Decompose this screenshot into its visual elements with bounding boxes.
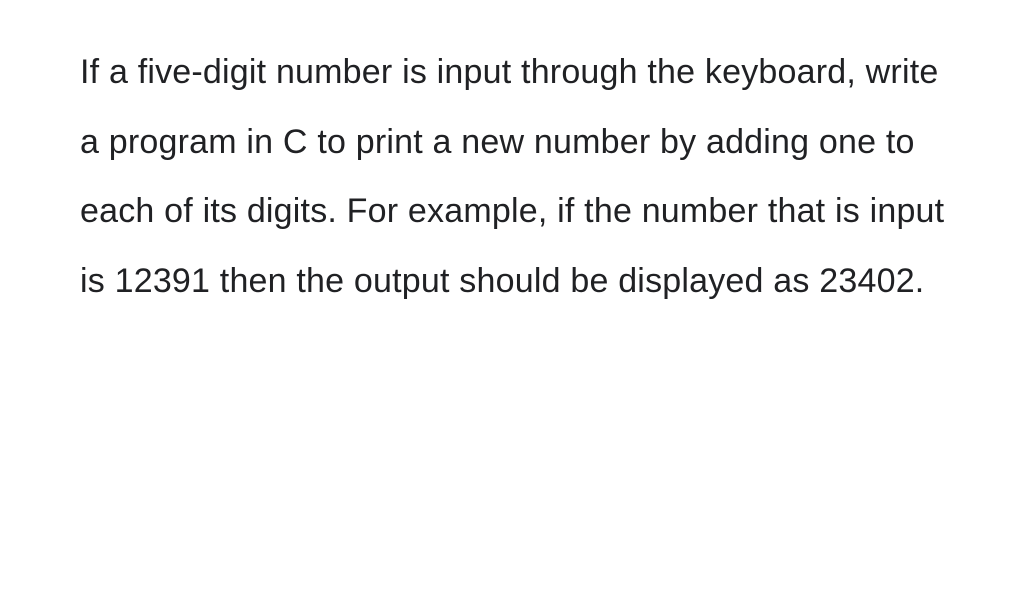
problem-statement: If a five-digit number is input through …: [80, 38, 963, 317]
